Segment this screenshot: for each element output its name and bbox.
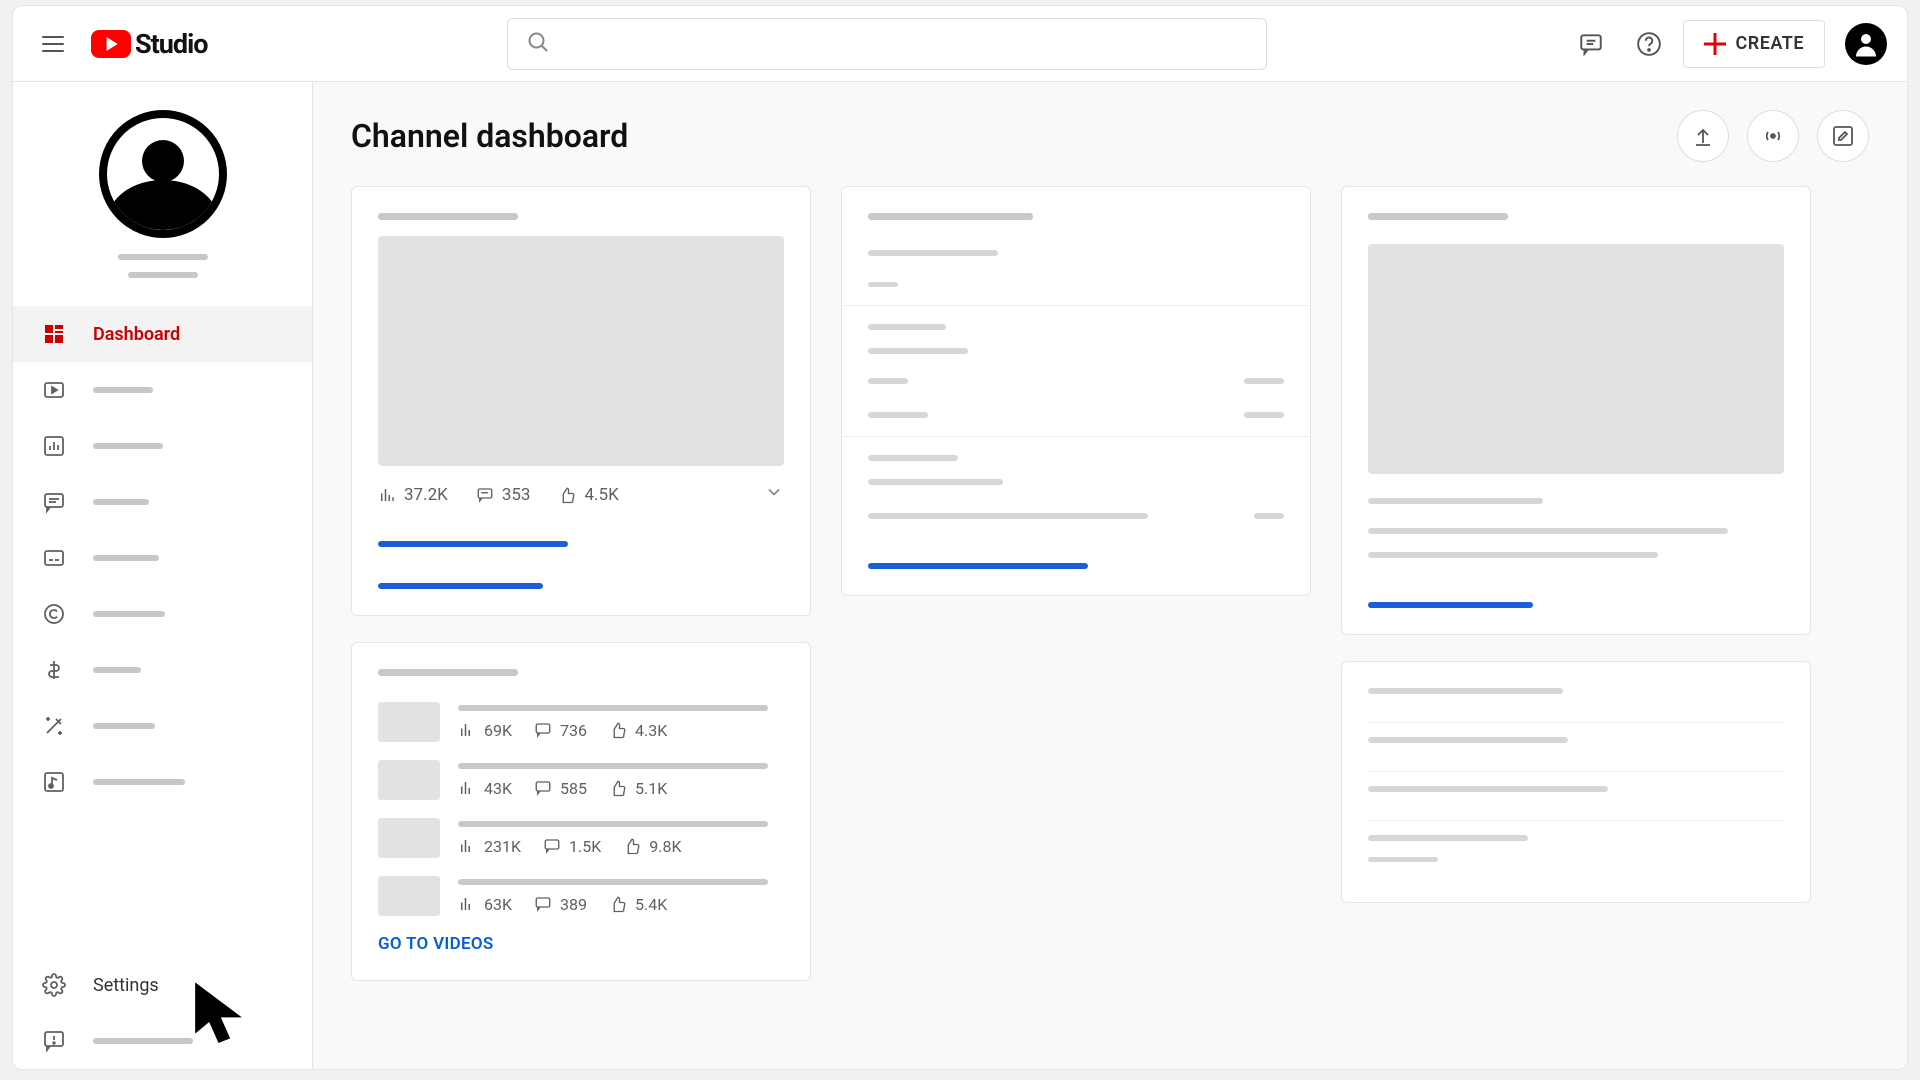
stat-comments-value: 736 — [560, 721, 587, 740]
youtube-play-icon — [91, 30, 131, 58]
edit-button[interactable] — [1817, 110, 1869, 162]
search-icon — [526, 30, 550, 58]
stat-views-value: 37.2K — [404, 485, 448, 505]
sidebar-item-monetization[interactable] — [13, 642, 312, 698]
analytics-icon — [41, 433, 67, 459]
account-avatar[interactable] — [1845, 23, 1887, 65]
stat-views-value: 69K — [484, 721, 512, 740]
chevron-down-icon[interactable] — [764, 482, 784, 507]
search-box[interactable] — [507, 18, 1267, 70]
sidebar-item-feedback[interactable] — [13, 1013, 312, 1069]
stat-likes-value: 5.4K — [635, 895, 667, 914]
news-card — [1341, 186, 1811, 635]
monetization-icon — [41, 657, 67, 683]
chat-feedback-button[interactable] — [1567, 20, 1615, 68]
stat-views-value: 43K — [484, 779, 512, 798]
stat-comments-value: 389 — [560, 895, 587, 914]
video-row[interactable]: 231K 1.5K 9.8K — [378, 818, 784, 858]
channel-avatar — [99, 110, 227, 238]
sidebar-item-analytics[interactable] — [13, 418, 312, 474]
search-input[interactable] — [562, 33, 1248, 54]
video-thumbnail[interactable] — [378, 236, 784, 466]
latest-video-card: 37.2K 353 4.5K — [351, 186, 811, 616]
stat-views-value: 63K — [484, 895, 512, 914]
create-button[interactable]: CREATE — [1683, 20, 1826, 68]
audio-library-icon — [41, 769, 67, 795]
create-plus-icon — [1704, 33, 1726, 55]
sidebar-item-content[interactable] — [13, 362, 312, 418]
video-thumbnail — [378, 702, 440, 742]
sidebar: Dashboard — [13, 82, 313, 1069]
recent-videos-card: 69K 736 4.3K 43K — [351, 642, 811, 981]
link-placeholder[interactable] — [378, 583, 543, 589]
sidebar-item-label: Dashboard — [93, 324, 180, 345]
video-thumbnail — [378, 818, 440, 858]
sidebar-item-comments[interactable] — [13, 474, 312, 530]
link-placeholder[interactable] — [1368, 602, 1533, 608]
stat-likes: 4.5K — [558, 485, 618, 505]
stat-comments-value: 1.5K — [569, 837, 601, 856]
link-placeholder[interactable] — [868, 563, 1088, 569]
news-image — [1368, 244, 1784, 474]
stat-likes-value: 4.5K — [584, 485, 618, 505]
stat-likes-value: 5.1K — [635, 779, 667, 798]
video-row[interactable]: 63K 389 5.4K — [378, 876, 784, 916]
sidebar-item-customization[interactable] — [13, 698, 312, 754]
studio-logo[interactable]: Studio — [91, 28, 207, 60]
copyright-icon — [41, 601, 67, 627]
content-icon — [41, 377, 67, 403]
stat-likes-value: 4.3K — [635, 721, 667, 740]
sidebar-item-dashboard[interactable]: Dashboard — [13, 306, 312, 362]
magic-wand-icon — [41, 713, 67, 739]
create-label: CREATE — [1736, 33, 1805, 54]
stat-comments: 353 — [476, 485, 531, 505]
go-live-button[interactable] — [1747, 110, 1799, 162]
sidebar-item-audio[interactable] — [13, 754, 312, 810]
stat-views-value: 231K — [484, 837, 521, 856]
channel-profile[interactable] — [13, 82, 312, 296]
go-to-videos-link[interactable]: GO TO VIDEOS — [378, 934, 784, 954]
sidebar-item-copyright[interactable] — [13, 586, 312, 642]
help-button[interactable] — [1625, 20, 1673, 68]
feedback-icon — [41, 1028, 67, 1054]
gear-icon — [41, 972, 67, 998]
stat-likes-value: 9.8K — [649, 837, 681, 856]
comments-icon — [41, 489, 67, 515]
menu-button[interactable] — [33, 24, 73, 64]
video-row[interactable]: 69K 736 4.3K — [378, 702, 784, 742]
video-row[interactable]: 43K 585 5.1K — [378, 760, 784, 800]
stat-views: 37.2K — [378, 485, 448, 505]
page-title: Channel dashboard — [351, 117, 628, 155]
ideas-card — [1341, 661, 1811, 903]
sidebar-item-settings[interactable]: Settings — [13, 957, 312, 1013]
sidebar-item-subtitles[interactable] — [13, 530, 312, 586]
subtitles-icon — [41, 545, 67, 571]
menu-icon — [42, 36, 64, 52]
video-thumbnail — [378, 876, 440, 916]
stat-comments-value: 585 — [560, 779, 587, 798]
analytics-card — [841, 186, 1311, 596]
sidebar-item-label: Settings — [93, 975, 159, 996]
video-thumbnail — [378, 760, 440, 800]
dashboard-icon — [41, 321, 67, 347]
logo-text: Studio — [135, 28, 207, 60]
app-header: Studio CREATE — [13, 6, 1907, 82]
stat-comments-value: 353 — [502, 485, 531, 505]
upload-button[interactable] — [1677, 110, 1729, 162]
main-content: Channel dashboard — [313, 82, 1907, 1069]
